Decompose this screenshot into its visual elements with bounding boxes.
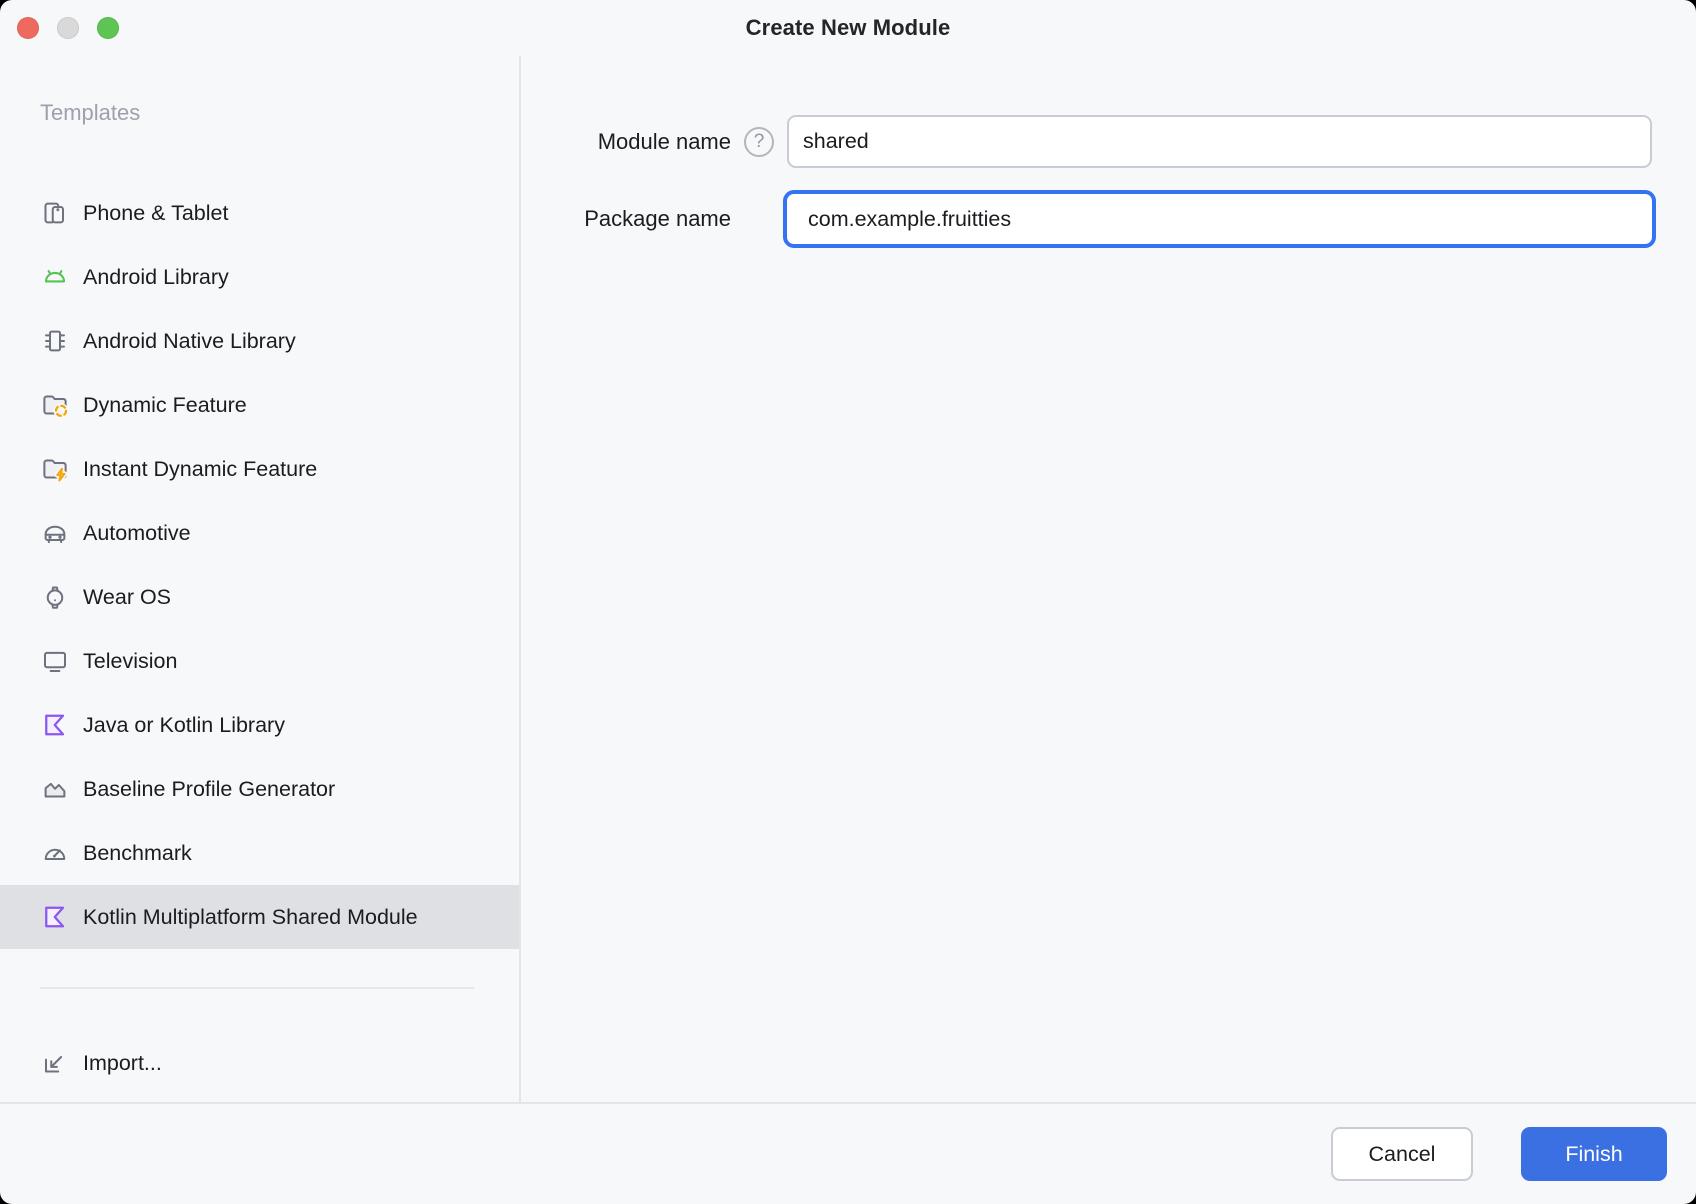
sidebar-item-dynamic-feature[interactable]: Dynamic Feature	[0, 373, 519, 437]
create-new-module-dialog: Create New Module Templates Phone & Tabl…	[0, 0, 1696, 1204]
zoom-button[interactable]	[97, 17, 119, 39]
sidebar-item-import[interactable]: Import...	[0, 1031, 519, 1095]
traffic-lights	[17, 17, 119, 39]
car-icon	[40, 518, 70, 548]
titlebar: Create New Module	[0, 0, 1696, 56]
sidebar-item-label: Java or Kotlin Library	[83, 713, 285, 738]
module-form: Module name ? Package name	[521, 56, 1696, 1102]
sidebar-item-baseline-profile-generator[interactable]: Baseline Profile Generator	[0, 757, 519, 821]
templates-sidebar: Templates Phone & Tablet Android Library…	[0, 56, 521, 1102]
package-name-row: Package name	[565, 190, 1652, 248]
module-name-label: Module name	[565, 129, 731, 155]
finish-button[interactable]: Finish	[1521, 1127, 1667, 1181]
sidebar-item-television[interactable]: Television	[0, 629, 519, 693]
sidebar-item-label: Import...	[83, 1051, 162, 1076]
watch-icon	[40, 582, 70, 612]
template-list: Phone & Tablet Android Library Android N…	[0, 181, 519, 949]
templates-header: Templates	[40, 98, 519, 128]
sidebar-item-label: Android Native Library	[83, 329, 296, 354]
phone-tablet-icon	[40, 198, 70, 228]
sidebar-item-label: Automotive	[83, 521, 191, 546]
sidebar-divider	[40, 987, 474, 989]
chart-icon	[40, 774, 70, 804]
sidebar-item-phone-tablet[interactable]: Phone & Tablet	[0, 181, 519, 245]
sidebar-item-label: Television	[83, 649, 177, 674]
module-name-row: Module name ?	[565, 115, 1652, 168]
sidebar-item-label: Wear OS	[83, 585, 171, 610]
sidebar-item-android-native-library[interactable]: Android Native Library	[0, 309, 519, 373]
package-name-label: Package name	[565, 206, 731, 232]
import-icon	[40, 1048, 70, 1078]
sidebar-item-label: Android Library	[83, 265, 229, 290]
sidebar-item-automotive[interactable]: Automotive	[0, 501, 519, 565]
sidebar-item-label: Benchmark	[83, 841, 192, 866]
sidebar-item-java-or-kotlin-library[interactable]: Java or Kotlin Library	[0, 693, 519, 757]
sidebar-item-label: Kotlin Multiplatform Shared Module	[83, 905, 418, 930]
sidebar-item-wear-os[interactable]: Wear OS	[0, 565, 519, 629]
sidebar-item-instant-dynamic-feature[interactable]: Instant Dynamic Feature	[0, 437, 519, 501]
minimize-button[interactable]	[57, 17, 79, 39]
help-icon[interactable]: ?	[744, 127, 774, 157]
dialog-title: Create New Module	[746, 15, 951, 41]
tv-icon	[40, 646, 70, 676]
sidebar-item-label: Baseline Profile Generator	[83, 777, 335, 802]
sidebar-item-android-library[interactable]: Android Library	[0, 245, 519, 309]
kotlin-icon	[40, 710, 70, 740]
android-icon	[40, 262, 70, 292]
sidebar-item-label: Dynamic Feature	[83, 393, 247, 418]
chip-icon	[40, 326, 70, 356]
package-name-input[interactable]	[783, 190, 1656, 248]
kotlin-icon	[40, 902, 70, 932]
cancel-button[interactable]: Cancel	[1331, 1127, 1473, 1181]
close-button[interactable]	[17, 17, 39, 39]
folder-dynamic-icon	[40, 390, 70, 420]
gauge-icon	[40, 838, 70, 868]
sidebar-item-label: Phone & Tablet	[83, 201, 228, 226]
dialog-footer: Cancel Finish	[0, 1102, 1696, 1204]
sidebar-item-label: Instant Dynamic Feature	[83, 457, 317, 482]
folder-instant-icon	[40, 454, 70, 484]
module-name-input[interactable]	[787, 115, 1652, 168]
dialog-content: Templates Phone & Tablet Android Library…	[0, 56, 1696, 1102]
sidebar-item-kotlin-multiplatform-shared-module[interactable]: Kotlin Multiplatform Shared Module	[0, 885, 519, 949]
sidebar-item-benchmark[interactable]: Benchmark	[0, 821, 519, 885]
